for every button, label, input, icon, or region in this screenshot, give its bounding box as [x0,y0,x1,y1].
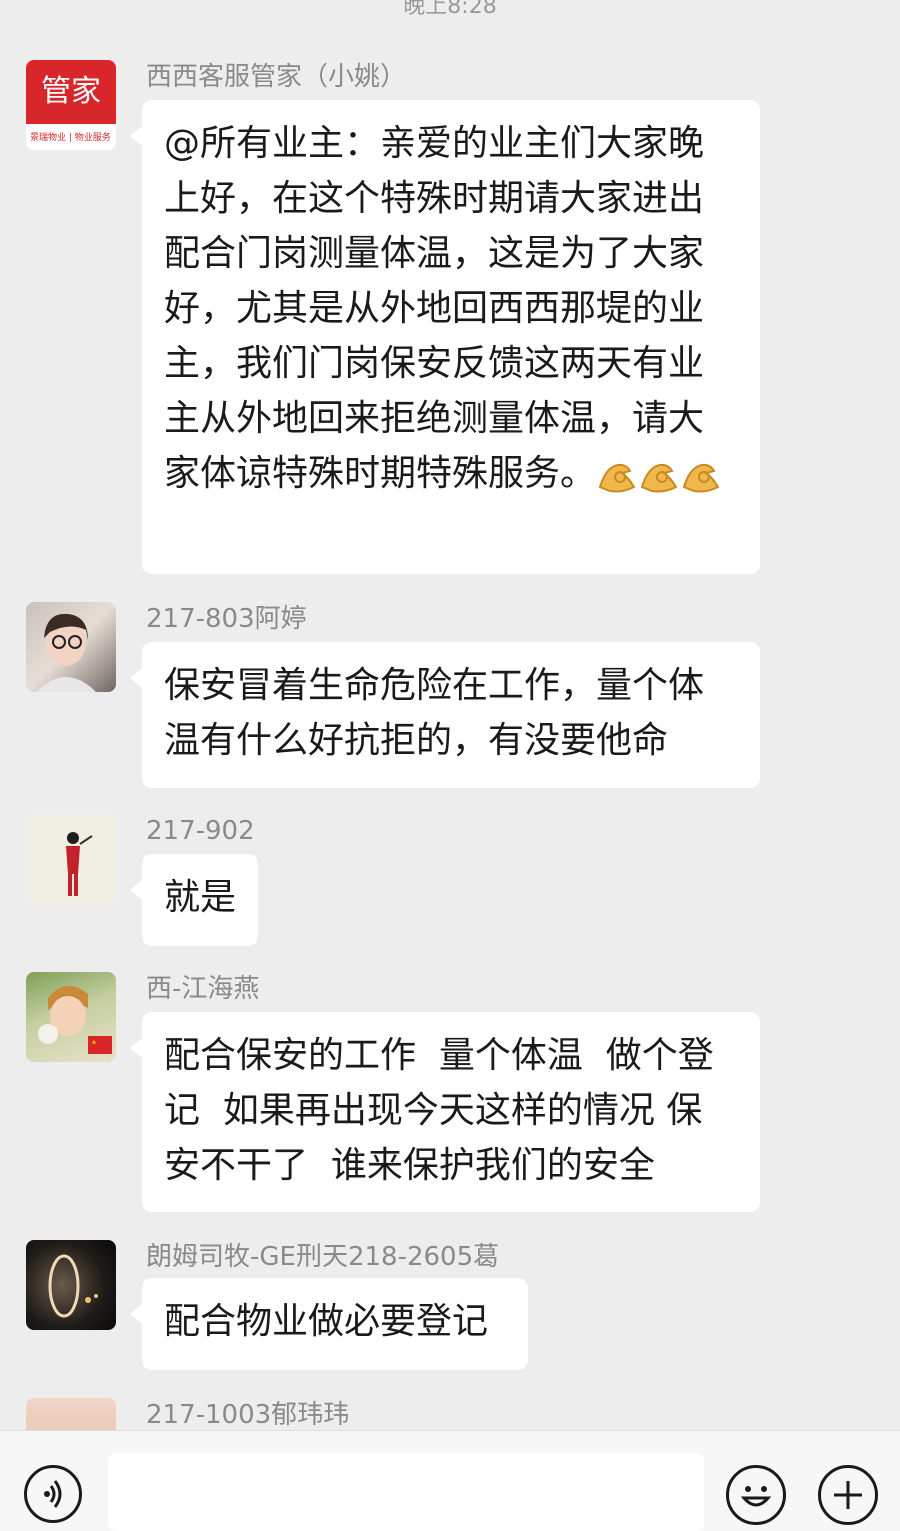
sender-name: 西-江海燕 [146,974,260,1004]
message-text: 配合物业做必要登记 [164,1301,489,1342]
message-input[interactable] [108,1453,704,1531]
ok-hand-icon [638,456,680,494]
sender-avatar[interactable] [26,814,116,904]
chat-timestamp: 晚上8:28 [403,0,497,19]
chat-message: 217-803阿婷 保安冒着生命危险在工作，量个体温有什么好抗拒的，有没要他命 [26,602,806,792]
avatar-logo-subtext: 景瑞物业 | 物业服务 [30,133,111,143]
ok-hand-icon [680,456,722,494]
sender-name: 217-803阿婷 [146,604,307,634]
sender-avatar[interactable] [26,1398,116,1430]
message-text: @所有业主：亲爱的业主们大家晚上好，在这个特殊时期请大家进出配合门岗测量体温，这… [164,123,705,494]
child-flower-icon [38,985,112,1054]
sender-avatar[interactable]: 管家 景瑞物业 | 物业服务 [26,60,116,150]
message-bubble[interactable]: 配合保安的工作 量个体温 做个登记 如果再出现今天这样的情况 保安不干了 谁来保… [130,1012,760,1212]
chat-message: 217-1003郁玮玮 [26,1398,806,1430]
chat-message: 西-江海燕 配合保安的工作 量个体温 做个登记 如果再出现今天这样的情况 保安不… [26,972,806,1218]
avatar-logo-text: 管家 [26,60,116,124]
message-bubble[interactable]: @所有业主：亲爱的业主们大家晚上好，在这个特殊时期请大家进出配合门岗测量体温，这… [130,100,760,574]
sender-name: 217-902 [146,816,255,846]
message-bubble[interactable]: 就是 [130,854,258,946]
message-text: 保安冒着生命危险在工作，量个体温有什么好抗拒的，有没要他命 [164,665,705,761]
red-figure-icon [66,832,93,896]
sender-avatar[interactable] [26,1240,116,1330]
ok-hand-icon [596,456,638,494]
sender-avatar[interactable] [26,972,116,1062]
sender-avatar[interactable] [26,602,116,692]
smiley-icon[interactable] [726,1465,786,1525]
chat-input-bar [0,1430,900,1531]
sender-name: 朗姆司牧-GE刑天218-2605葛 [146,1242,500,1272]
chat-message: 管家 景瑞物业 | 物业服务 西西客服管家（小姚） @所有业主：亲爱的业主们大家… [26,60,806,580]
woman-glasses-icon [36,613,96,692]
chat-message: 217-902 就是 [26,814,806,948]
chat-message: 朗姆司牧-GE刑天218-2605葛 配合物业做必要登记 [26,1240,806,1370]
voice-icon[interactable] [24,1465,82,1523]
message-text: 就是 [164,877,237,918]
message-text: 配合保安的工作 量个体温 做个登记 如果再出现今天这样的情况 保安不干了 谁来保… [164,1035,714,1186]
message-bubble[interactable]: 保安冒着生命危险在工作，量个体温有什么好抗拒的，有没要他命 [130,642,760,788]
message-bubble[interactable]: 配合物业做必要登记 [130,1278,528,1370]
sender-name: 西西客服管家（小姚） [146,62,407,92]
sender-name: 217-1003郁玮玮 [146,1400,350,1430]
plus-icon[interactable] [818,1465,878,1525]
night-building-icon [48,1254,98,1318]
